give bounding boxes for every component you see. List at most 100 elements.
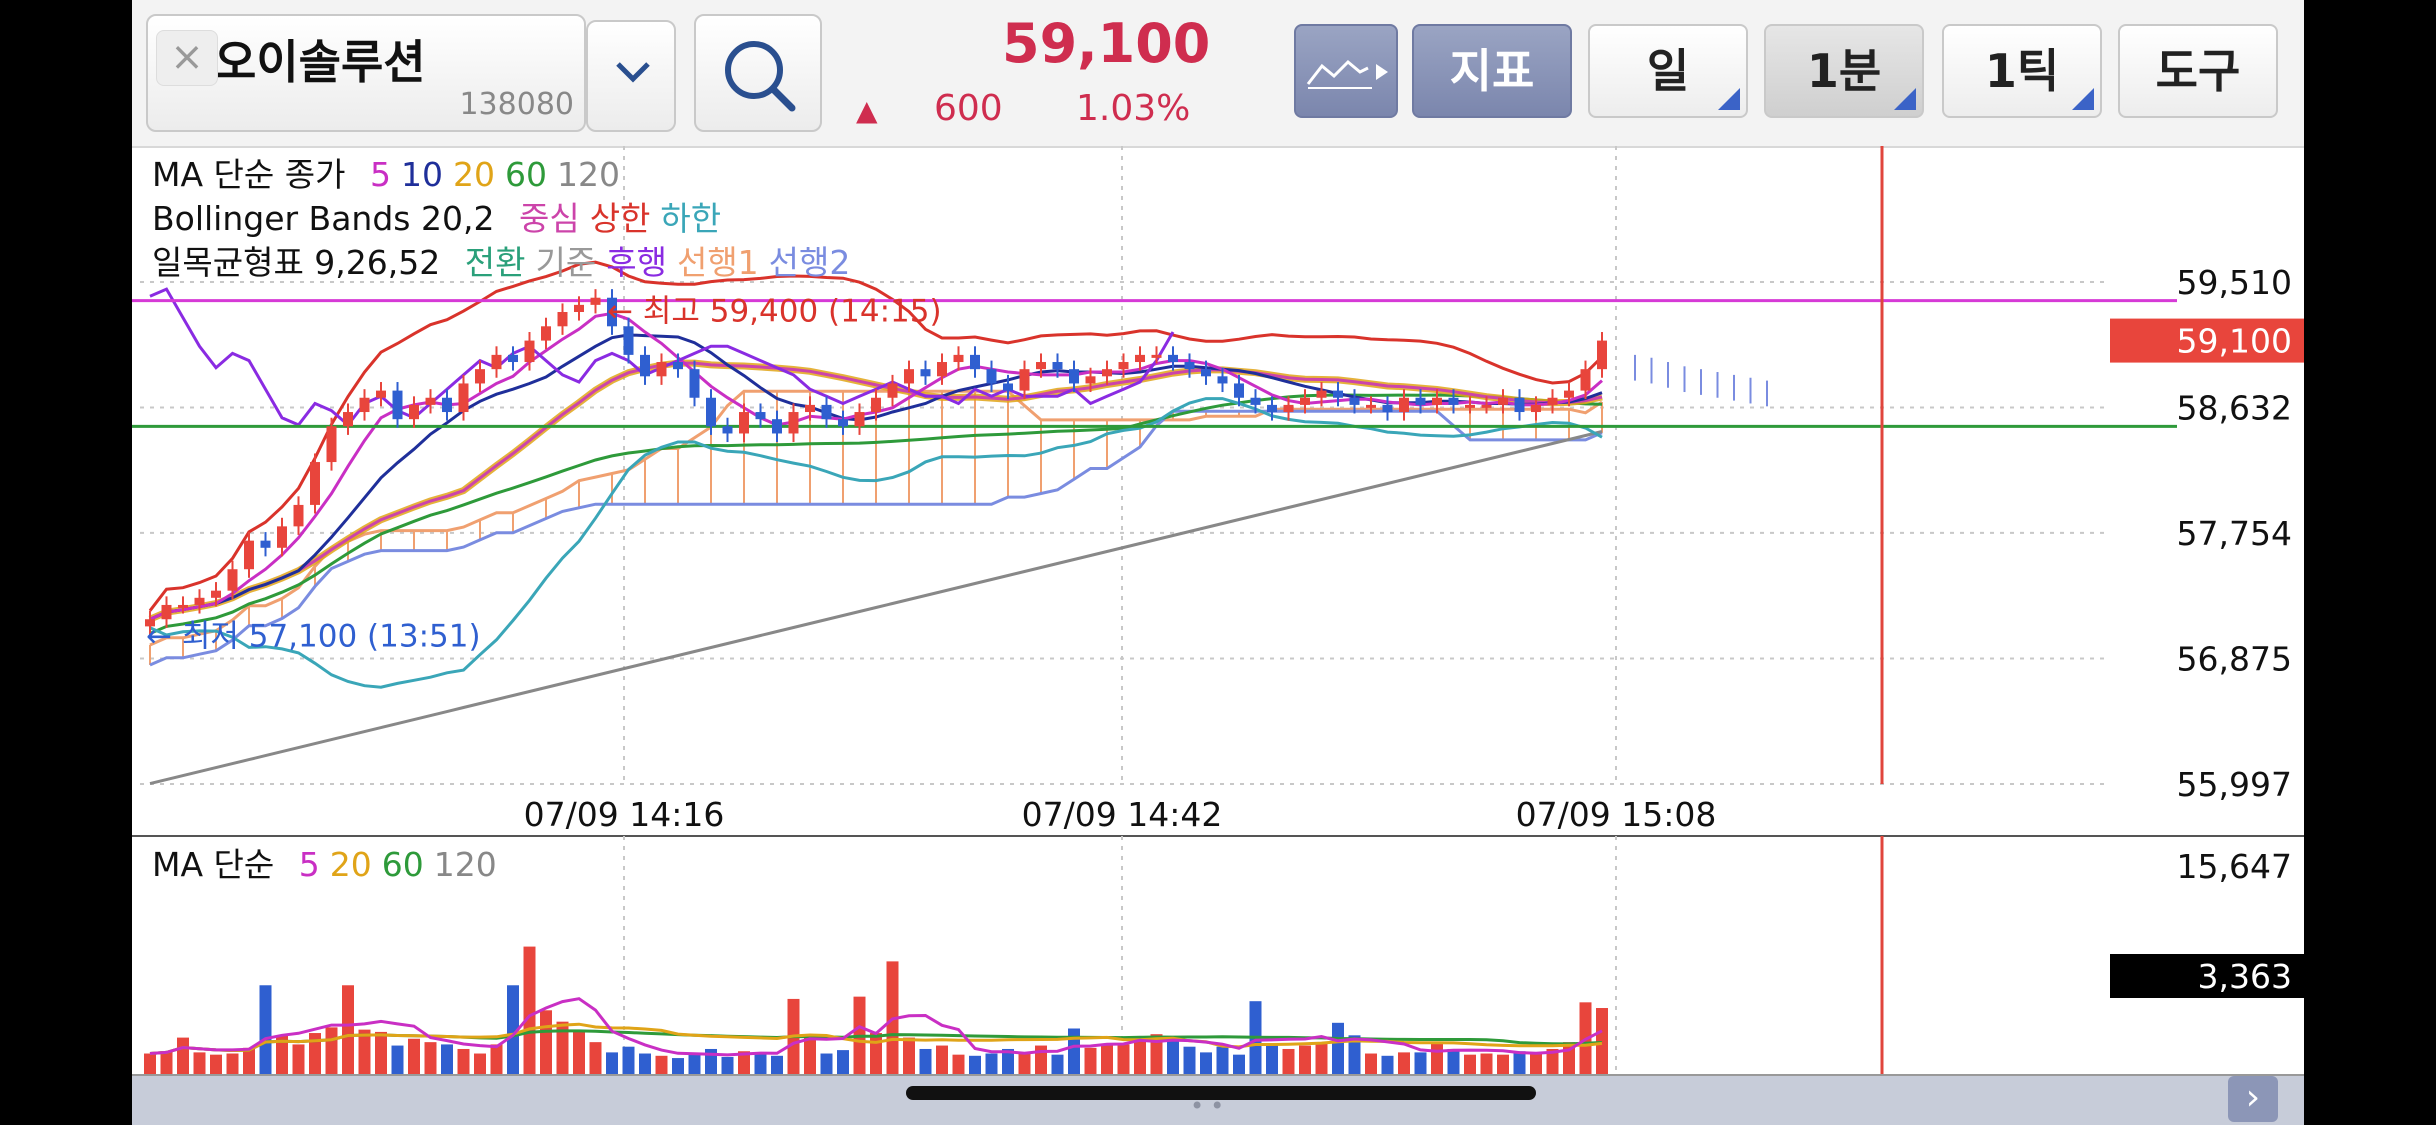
candle-body <box>904 369 914 384</box>
x-tick-label: 07/09 14:16 <box>524 795 725 834</box>
legend-vol-item-3: 120 <box>433 845 497 884</box>
interval-button[interactable]: 1분 <box>1764 24 1924 118</box>
volume-bar <box>1266 1044 1278 1074</box>
volume-bar <box>1464 1054 1476 1074</box>
legend-bollinger-label: Bollinger Bands 20,2 <box>152 199 495 238</box>
candle-body <box>1135 354 1145 363</box>
volume-bar <box>952 1054 965 1074</box>
volume-bar <box>903 1037 915 1074</box>
legend-ma-item-1: 10 <box>400 155 443 194</box>
volume-bar <box>1332 1022 1344 1074</box>
volume-current-label: 3,363 <box>2198 957 2292 996</box>
candle-body <box>442 397 452 413</box>
candle-body <box>475 369 485 384</box>
volume-bar <box>1398 1052 1410 1074</box>
legend-bb-item-2: 하한 <box>660 199 722 238</box>
volume-bar <box>474 1053 486 1074</box>
volume-bar <box>672 1058 684 1074</box>
candle-body <box>590 297 601 305</box>
home-indicator[interactable] <box>906 1086 1536 1100</box>
candle-body <box>739 412 749 434</box>
volume-bar <box>1117 1044 1130 1074</box>
volume-bar <box>523 946 536 1074</box>
scroll-right-button[interactable]: › <box>2228 1076 2278 1122</box>
candle-body <box>1349 397 1360 405</box>
volume-bar <box>589 1042 602 1074</box>
legend-bb-item-0: 중심 <box>518 199 580 238</box>
current-price: 59,100 <box>1002 12 1211 75</box>
candle-body <box>1498 397 1508 405</box>
volume-bar <box>820 1053 833 1074</box>
candle-body <box>1316 390 1327 398</box>
candle-body <box>970 354 980 370</box>
candle-body <box>1003 383 1013 391</box>
search-button[interactable] <box>694 14 822 132</box>
candle-body <box>1448 397 1459 405</box>
volume-bar <box>969 1055 981 1074</box>
y-tick-label: 58,632 <box>2177 388 2292 427</box>
candle-body <box>821 404 832 420</box>
volume-bar <box>1596 1008 1608 1074</box>
close-icon: × <box>170 34 204 80</box>
candle-body <box>673 362 683 370</box>
legend-ichi-item-4: 선행2 <box>768 243 851 282</box>
close-volume-button[interactable]: × <box>156 30 218 86</box>
candle-body <box>1052 362 1063 370</box>
chart-type-button[interactable] <box>1294 24 1398 118</box>
candle-body <box>1283 404 1294 413</box>
search-icon <box>725 41 796 112</box>
volume-bar <box>1299 1045 1311 1074</box>
legend-ma-item-3: 60 <box>504 155 547 194</box>
candle-body <box>1069 369 1079 384</box>
candle-body <box>1465 404 1475 408</box>
volume-bar <box>1513 1051 1526 1074</box>
stock-code: 138080 <box>459 87 574 122</box>
candle-body <box>1184 362 1195 370</box>
candle-body <box>409 404 419 420</box>
volume-bar <box>292 1044 305 1074</box>
candle-body <box>541 326 551 341</box>
volume-bar <box>837 1050 849 1074</box>
candle-body <box>376 390 386 398</box>
candle-body <box>937 362 947 377</box>
tick-button[interactable]: 1틱 <box>1942 24 2102 118</box>
candle-body <box>689 369 700 398</box>
period-button[interactable]: 일 <box>1588 24 1748 118</box>
candle-body <box>1415 397 1426 405</box>
up-arrow-icon: ▲ <box>856 94 878 127</box>
candle-body <box>1217 376 1228 384</box>
y-tick-label: 55,997 <box>2177 765 2292 804</box>
candle-body <box>920 369 931 377</box>
volume-bar <box>1282 1048 1295 1074</box>
tools-button[interactable]: 도구 <box>2118 24 2278 118</box>
volume-bar <box>408 1038 420 1074</box>
candle-body <box>1564 390 1574 398</box>
candle-body <box>1514 397 1525 413</box>
volume-bar <box>1035 1045 1047 1074</box>
stock-dropdown-button[interactable] <box>586 20 676 132</box>
volume-bar <box>1018 1053 1031 1074</box>
candle-body <box>871 397 881 413</box>
legend-ma-item-2: 20 <box>452 155 495 194</box>
volume-bar <box>540 1010 552 1074</box>
volume-bar <box>1101 1044 1113 1074</box>
volume-bar <box>1497 1054 1509 1074</box>
candle-body <box>244 540 254 570</box>
legend-ichi-item-2: 후행 <box>606 243 667 282</box>
legend-ma-item-4: 120 <box>556 155 620 194</box>
indicator-button[interactable]: 지표 <box>1412 24 1572 118</box>
candle-body <box>805 404 815 413</box>
candle-body <box>392 390 403 420</box>
chevron-right-icon: › <box>2245 1077 2261 1118</box>
candle-body <box>1168 354 1178 363</box>
candle-body <box>838 419 848 427</box>
candle-body <box>1267 404 1277 413</box>
volume-bar <box>639 1053 651 1074</box>
high-annotation: ← 최고 59,400 (14:15) <box>607 294 942 330</box>
chart-app: 신 오이솔루션 138080 59,100 ▲ 600 1.03% 지표 <box>132 0 2304 1125</box>
current-price-label: 59,100 <box>2177 322 2292 361</box>
candle-body <box>524 340 535 363</box>
candle-body <box>656 362 667 377</box>
volume-bar <box>622 1046 635 1074</box>
candle-body <box>508 354 518 363</box>
